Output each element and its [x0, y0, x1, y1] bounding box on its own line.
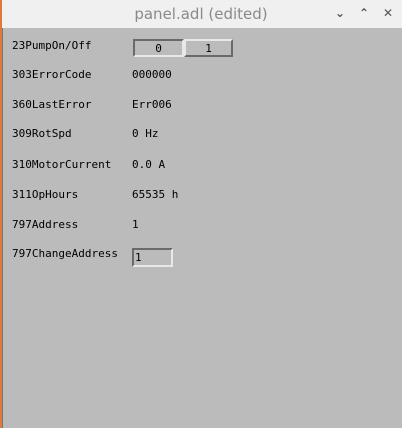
error-code-label: 303ErrorCode [12, 68, 92, 81]
pump-option-0-button[interactable]: 0 [133, 39, 184, 57]
address-label: 797Address [12, 218, 79, 231]
change-address-input[interactable] [132, 248, 173, 267]
error-code-value: 000000 [132, 68, 172, 81]
last-error-label: 360LastError [12, 98, 92, 111]
change-address-label: 797ChangeAddress [12, 247, 118, 260]
window-border [2, 28, 3, 428]
pump-option-1-button[interactable]: 1 [184, 39, 233, 57]
motor-current-value: 0.0 A [132, 158, 166, 171]
close-button[interactable]: ✕ [383, 6, 393, 20]
rot-spd-label: 309RotSpd [12, 127, 72, 140]
address-value: 1 [132, 218, 139, 231]
pump-label: 23PumpOn/Off [12, 39, 92, 52]
minimize-button[interactable]: ⌄ [335, 6, 345, 20]
rot-spd-value: 0 Hz [132, 127, 159, 140]
motor-current-label: 310MotorCurrent [12, 158, 112, 171]
op-hours-label: 311OpHours [12, 188, 79, 201]
op-hours-value: 65535 h [132, 188, 179, 201]
title-bar: panel.adl (edited) ⌄ ⌃ ✕ [0, 0, 402, 28]
last-error-value: Err006 [132, 98, 172, 111]
maximize-button[interactable]: ⌃ [359, 6, 369, 20]
